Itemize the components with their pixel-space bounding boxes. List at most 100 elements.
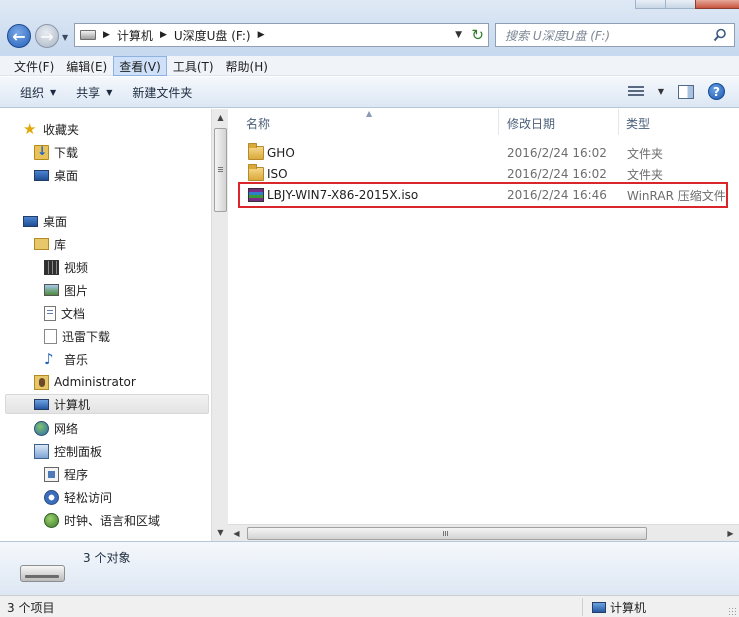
file-list-horizontal-scrollbar[interactable]: ◀ ▶ <box>228 524 739 541</box>
xunlei-download-icon <box>44 328 57 344</box>
search-icon[interactable] <box>713 28 727 42</box>
folder-icon <box>248 143 264 160</box>
column-divider[interactable] <box>618 109 619 135</box>
user-folder-icon <box>34 374 49 390</box>
scroll-right-arrow-icon[interactable]: ▶ <box>722 525 739 542</box>
column-header-date[interactable]: 修改日期 <box>507 115 555 132</box>
back-arrow-icon: ← <box>12 26 26 46</box>
grip-icon <box>218 167 223 173</box>
share-button[interactable]: 共享 ▼ <box>76 84 112 101</box>
menu-bar: 文件(F) 编辑(E) 查看(V) 工具(T) 帮助(H) <box>0 56 739 76</box>
status-location-label: 计算机 <box>610 601 647 615</box>
back-button[interactable]: ← <box>7 24 31 48</box>
sidebar-item-clock-language-region[interactable]: 时钟、语言和区域 <box>44 510 160 530</box>
chevron-down-icon: ▼ <box>50 87 57 97</box>
sidebar-item-network[interactable]: 网络 <box>34 418 78 438</box>
resize-grip-icon[interactable] <box>728 607 736 615</box>
sidebar-item-label: 时钟、语言和区域 <box>64 513 161 528</box>
chevron-right-icon[interactable]: ▶ <box>258 30 265 40</box>
scrollbar-thumb[interactable] <box>214 128 227 212</box>
menu-help[interactable]: 帮助(H) <box>220 56 274 76</box>
sidebar-item-label: 音乐 <box>64 352 89 367</box>
address-history-dropdown[interactable]: ▼ <box>455 30 462 40</box>
column-headers: ▲ 名称 修改日期 类型 <box>228 109 739 135</box>
close-button[interactable] <box>694 0 739 9</box>
scroll-up-arrow-icon[interactable]: ▲ <box>212 109 229 126</box>
chevron-down-icon: ▼ <box>106 87 113 97</box>
sidebar-item-favorites[interactable]: ★ 收藏夹 <box>23 119 79 139</box>
address-bar[interactable]: ▶ 计算机 ▶ U深度U盘 (F:) ▶ ▼ ↻ <box>74 23 489 47</box>
menu-edit[interactable]: 编辑(E) <box>60 56 113 76</box>
sidebar-item-downloads[interactable]: 下载 <box>34 142 78 162</box>
change-view-icon[interactable] <box>627 85 644 98</box>
sidebar-item-desktop-fav[interactable]: 桌面 <box>34 165 78 185</box>
sidebar-item-videos[interactable]: 视频 <box>44 257 88 277</box>
music-icon: ♪ <box>44 349 54 368</box>
pictures-icon <box>44 284 59 296</box>
sidebar-item-xunlei[interactable]: 迅雷下载 <box>44 326 110 346</box>
control-panel-icon <box>34 443 49 459</box>
forward-button[interactable]: → <box>35 24 59 48</box>
recent-pages-dropdown[interactable]: ▼ <box>62 33 68 42</box>
help-icon[interactable]: ? <box>708 83 725 100</box>
folder-icon <box>248 164 264 181</box>
chevron-right-icon[interactable]: ▶ <box>103 30 110 40</box>
drive-icon <box>80 30 96 40</box>
command-toolbar: 组织 ▼ 共享 ▼ 新建文件夹 ▼ ? <box>0 77 739 108</box>
window-controls <box>635 0 739 9</box>
menu-file[interactable]: 文件(F) <box>8 56 60 76</box>
status-divider <box>582 598 583 616</box>
grip-icon <box>443 531 449 536</box>
scroll-down-arrow-icon[interactable]: ▼ <box>212 524 229 541</box>
breadcrumb-usb-drive[interactable]: U深度U盘 (F:) <box>174 27 251 44</box>
status-location: 计算机 <box>592 599 646 616</box>
search-input[interactable]: 搜索 U深度U盘 (F:) <box>495 23 735 47</box>
file-name: GHO <box>267 146 295 160</box>
sidebar-item-desktop[interactable]: 桌面 <box>23 211 67 231</box>
scrollbar-thumb[interactable] <box>247 527 647 540</box>
sidebar-item-documents[interactable]: 文档 <box>44 303 85 323</box>
sidebar-item-administrator[interactable]: Administrator <box>34 372 136 392</box>
navigation-pane-scrollbar[interactable]: ▲ ▼ <box>211 109 228 541</box>
file-row-iso-folder[interactable]: ISO 2016/2/24 16:02 文件夹 <box>240 164 728 184</box>
column-header-type[interactable]: 类型 <box>626 115 650 132</box>
sidebar-item-computer[interactable]: 计算机 <box>5 394 209 414</box>
file-list: ▲ 名称 修改日期 类型 GHO 2016/2/24 16:02 文件夹 ISO… <box>228 109 739 541</box>
sidebar-item-ease-of-access[interactable]: 轻松访问 <box>44 487 112 507</box>
sidebar-item-label: 控制面板 <box>54 444 103 459</box>
share-label: 共享 <box>76 85 101 100</box>
column-divider[interactable] <box>498 109 499 135</box>
sidebar-item-label: 轻松访问 <box>64 490 113 505</box>
forward-arrow-icon: → <box>40 26 54 46</box>
menu-view[interactable]: 查看(V) <box>113 56 167 76</box>
file-row-iso-image[interactable]: LBJY-WIN7-X86-2015X.iso 2016/2/24 16:46 … <box>238 182 728 208</box>
menu-tools[interactable]: 工具(T) <box>167 56 220 76</box>
view-options-dropdown[interactable]: ▼ <box>658 87 664 96</box>
file-date: 2016/2/24 16:02 <box>507 167 607 181</box>
network-icon <box>34 420 49 436</box>
file-row-gho[interactable]: GHO 2016/2/24 16:02 文件夹 <box>240 143 728 163</box>
scroll-left-arrow-icon[interactable]: ◀ <box>228 525 245 542</box>
library-icon <box>34 238 49 250</box>
organize-button[interactable]: 组织 ▼ <box>20 84 56 101</box>
sidebar-item-label: 迅雷下载 <box>62 329 111 344</box>
breadcrumb-computer[interactable]: 计算机 <box>117 27 153 44</box>
refresh-icon[interactable]: ↻ <box>471 26 484 44</box>
new-folder-button[interactable]: 新建文件夹 <box>132 84 192 101</box>
sidebar-item-library[interactable]: 库 <box>34 234 66 254</box>
minimize-button[interactable] <box>635 0 665 9</box>
sidebar-item-pictures[interactable]: 图片 <box>44 280 88 300</box>
column-header-name[interactable]: 名称 <box>246 115 270 132</box>
programs-icon <box>44 466 59 482</box>
clock-language-region-icon <box>44 512 59 528</box>
sidebar-item-programs[interactable]: 程序 <box>44 464 88 484</box>
chevron-right-icon[interactable]: ▶ <box>160 30 167 40</box>
organize-label: 组织 <box>20 85 45 100</box>
maximize-button[interactable] <box>664 0 695 9</box>
preview-pane-icon[interactable] <box>678 84 694 99</box>
sidebar-item-music[interactable]: ♪ 音乐 <box>44 349 88 369</box>
sidebar-item-control-panel[interactable]: 控制面板 <box>34 441 102 461</box>
sidebar-item-label: 计算机 <box>54 397 91 412</box>
file-type: WinRAR 压缩文件 <box>627 188 726 203</box>
sidebar-item-label: 下载 <box>54 145 79 160</box>
